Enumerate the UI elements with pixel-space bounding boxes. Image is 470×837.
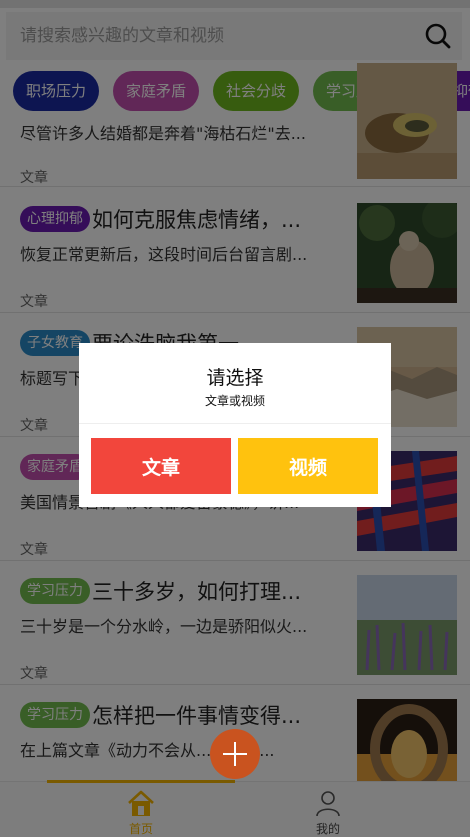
video-button[interactable]: 视频 [238,438,378,494]
dialog-subtitle: 文章或视频 [204,394,265,408]
add-button[interactable] [210,729,260,779]
dialog-divider [79,423,391,424]
plus-icon-vertical [234,742,236,766]
choice-dialog: 请选择 文章或视频 文章 视频 [79,343,391,507]
dialog-title: 请选择 [206,367,264,389]
article-button[interactable]: 文章 [91,438,231,494]
